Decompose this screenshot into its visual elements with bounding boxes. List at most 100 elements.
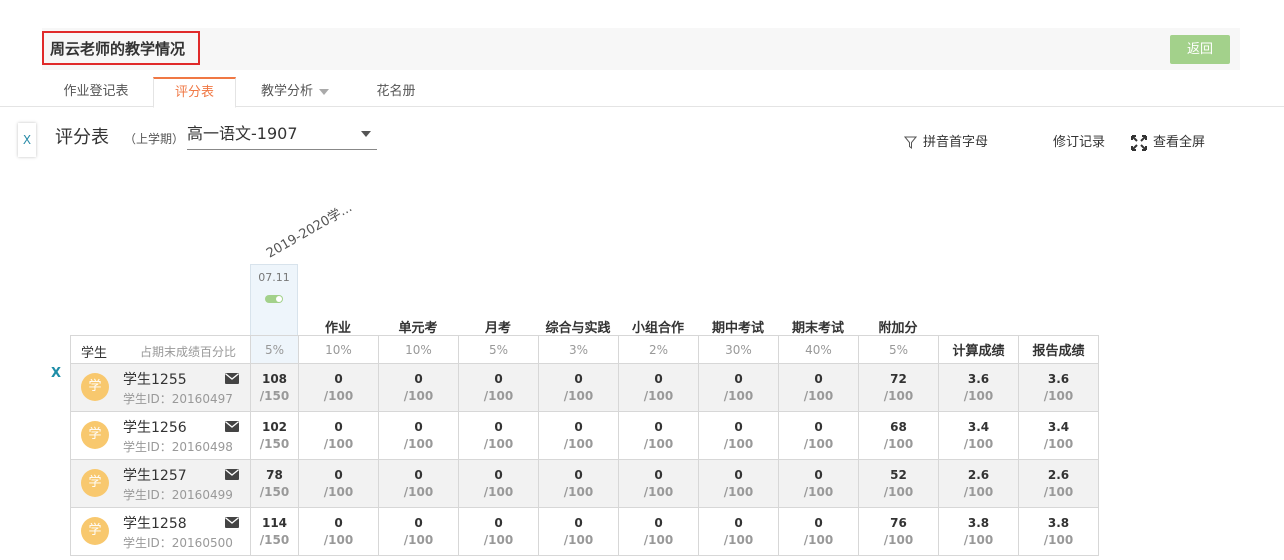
score-cell[interactable]: 0/100 xyxy=(538,411,619,460)
score-cell[interactable]: 0/100 xyxy=(778,363,859,412)
score-cell[interactable]: 0/100 xyxy=(378,363,459,412)
student-id: 学生ID：20160500 xyxy=(123,536,233,550)
score-cell[interactable]: 3.4/100 xyxy=(1018,411,1099,460)
score-cell[interactable]: 0/100 xyxy=(778,411,859,460)
student-cell[interactable]: 学学生1257 学生ID：20160499 xyxy=(70,459,251,508)
score-value: 0 xyxy=(334,371,343,386)
score-value: 72 xyxy=(890,371,907,386)
student-name[interactable]: 学生1258 xyxy=(123,513,187,533)
score-cell[interactable]: 0/100 xyxy=(458,459,539,508)
side-panel-toggle[interactable]: X xyxy=(18,123,36,157)
column-header-midterm: 期中考试 xyxy=(711,321,764,336)
score-max: /100 xyxy=(643,388,674,403)
score-cell[interactable]: 0/100 xyxy=(698,459,779,508)
score-cell[interactable]: 2.6/100 xyxy=(938,459,1019,508)
score-cell[interactable]: 0/100 xyxy=(698,507,779,556)
chevron-down-icon xyxy=(319,88,329,95)
fullscreen-button[interactable]: 查看全屏 xyxy=(1131,131,1205,151)
student-name[interactable]: 学生1255 xyxy=(123,369,187,389)
score-cell[interactable]: 0/100 xyxy=(298,507,379,556)
score-cell[interactable]: 0/100 xyxy=(778,459,859,508)
student-name[interactable]: 学生1257 xyxy=(123,465,187,485)
score-cell[interactable]: 0/100 xyxy=(618,459,699,508)
term-column-label[interactable]: 2019-2020学... xyxy=(262,197,355,261)
student-header-label: 学生 xyxy=(81,346,108,361)
score-max: /100 xyxy=(883,484,914,499)
score-cell[interactable]: 0/100 xyxy=(698,411,779,460)
score-cell[interactable]: 72/100 xyxy=(858,363,939,412)
score-max: /100 xyxy=(403,484,434,499)
score-cell[interactable]: 0/100 xyxy=(538,459,619,508)
score-cell[interactable]: 3.8/100 xyxy=(1018,507,1099,556)
score-value: 0 xyxy=(574,515,583,530)
percent-cell: 5% xyxy=(858,335,939,364)
tab-label: 评分表 xyxy=(174,85,214,100)
score-cell[interactable]: 0/100 xyxy=(298,459,379,508)
column-header-group-work: 小组合作 xyxy=(631,321,684,336)
score-cell[interactable]: 0/100 xyxy=(618,507,699,556)
score-max: /100 xyxy=(563,484,594,499)
score-value: 0 xyxy=(734,419,743,434)
filter-icon xyxy=(903,136,918,149)
score-max: /100 xyxy=(323,388,354,403)
score-value: 0 xyxy=(414,419,423,434)
tab-grading-sheet[interactable]: 评分表 xyxy=(153,77,236,108)
score-value: 3.6 xyxy=(1047,371,1070,386)
score-cell[interactable]: 0/100 xyxy=(378,507,459,556)
score-value: 2.6 xyxy=(1047,467,1070,482)
student-cell[interactable]: 学学生1258 学生ID：20160500 xyxy=(70,507,251,556)
student-cell[interactable]: 学学生1256 学生ID：20160498 xyxy=(70,411,251,460)
score-cell[interactable]: 3.6/100 xyxy=(938,363,1019,412)
score-cell[interactable]: 0/100 xyxy=(458,411,539,460)
score-max: /150 xyxy=(259,484,290,499)
pinyin-filter-button[interactable]: 拼音首字母 xyxy=(903,131,988,150)
avatar: 学 xyxy=(81,517,109,545)
score-max: /100 xyxy=(483,436,514,451)
mail-icon[interactable] xyxy=(225,421,239,435)
score-max: /100 xyxy=(723,484,754,499)
score-cell[interactable]: 0/100 xyxy=(538,363,619,412)
score-cell[interactable]: 0/100 xyxy=(698,363,779,412)
score-cell[interactable]: 76/100 xyxy=(858,507,939,556)
score-cell[interactable]: 68/100 xyxy=(858,411,939,460)
score-cell[interactable]: 0/100 xyxy=(458,363,539,412)
score-max: /100 xyxy=(323,436,354,451)
score-cell[interactable]: 0/100 xyxy=(538,507,619,556)
score-cell[interactable]: 3.8/100 xyxy=(938,507,1019,556)
score-cell[interactable]: 3.6/100 xyxy=(1018,363,1099,412)
score-cell[interactable]: 0/100 xyxy=(298,363,379,412)
score-value: 0 xyxy=(414,371,423,386)
score-value: 0 xyxy=(814,419,823,434)
tab-roster[interactable]: 花名册 xyxy=(360,77,432,107)
tab-teaching-analysis[interactable]: 教学分析 xyxy=(250,77,340,107)
score-cell[interactable]: 108/150 xyxy=(250,363,299,412)
score-cell[interactable]: 0/100 xyxy=(298,411,379,460)
term-toggle-switch[interactable] xyxy=(265,295,283,303)
percent-row: 学生 占期末成绩百分比 5% 10% 10% 5% 3% 2% 30% 40% … xyxy=(70,335,1099,364)
class-select[interactable]: 高一语文-1907 xyxy=(187,121,377,150)
score-max: /100 xyxy=(643,436,674,451)
mail-icon[interactable] xyxy=(225,517,239,531)
score-cell[interactable]: 0/100 xyxy=(618,363,699,412)
score-cell[interactable]: 52/100 xyxy=(858,459,939,508)
score-cell[interactable]: 114/150 xyxy=(250,507,299,556)
revision-history-link[interactable]: 修订记录 xyxy=(1053,131,1105,150)
student-name[interactable]: 学生1256 xyxy=(123,417,187,437)
score-cell[interactable]: 0/100 xyxy=(378,459,459,508)
back-button[interactable]: 返回 xyxy=(1170,35,1230,64)
student-cell[interactable]: 学学生1255 学生ID：20160497 xyxy=(70,363,251,412)
score-cell[interactable]: 2.6/100 xyxy=(1018,459,1099,508)
score-cell[interactable]: 0/100 xyxy=(458,507,539,556)
score-cell[interactable]: 0/100 xyxy=(778,507,859,556)
tab-label: 教学分析 xyxy=(260,84,313,99)
score-cell[interactable]: 102/150 xyxy=(250,411,299,460)
mail-icon[interactable] xyxy=(225,373,239,387)
score-cell[interactable]: 0/100 xyxy=(378,411,459,460)
tab-homework-register[interactable]: 作业登记表 xyxy=(48,77,144,107)
row-marker[interactable]: X xyxy=(51,366,61,381)
score-cell[interactable]: 78/150 xyxy=(250,459,299,508)
score-cell[interactable]: 3.4/100 xyxy=(938,411,1019,460)
mail-icon[interactable] xyxy=(225,469,239,483)
student-id: 学生ID：20160497 xyxy=(123,392,233,406)
score-cell[interactable]: 0/100 xyxy=(618,411,699,460)
